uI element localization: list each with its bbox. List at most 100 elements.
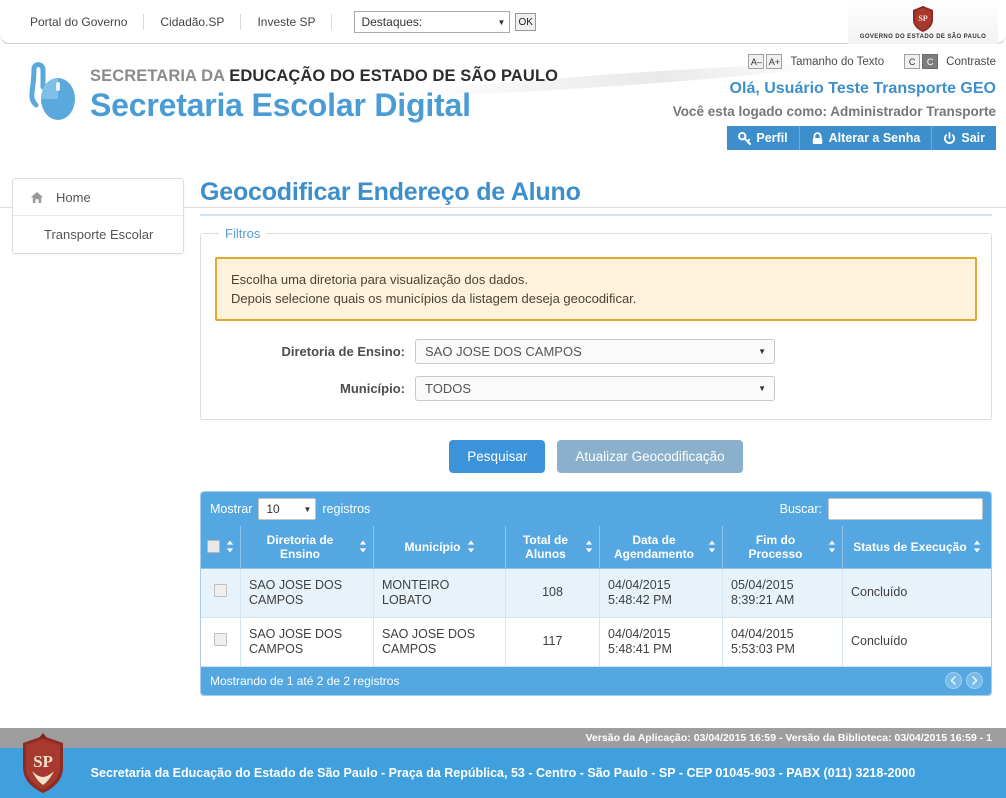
gov-link-portal[interactable]: Portal do Governo: [22, 14, 145, 30]
filter-row-municipio: Município: TODOS ▼: [215, 376, 977, 401]
cell-data-agendamento: 04/04/2015 5:48:41 PM: [599, 617, 723, 667]
page-root: Portal do Governo Cidadão.SP Investe SP …: [0, 0, 1006, 798]
cell-total-alunos: 117: [505, 617, 600, 667]
table-row[interactable]: SAO JOSE DOS CAMPOS SAO JOSE DOS CAMPOS …: [201, 617, 991, 667]
municipio-select-value: TODOS: [425, 381, 471, 396]
chevron-down-icon: ▼: [303, 504, 312, 514]
municipio-select[interactable]: TODOS ▼: [415, 376, 775, 401]
diretoria-de-ensino-select[interactable]: SAO JOSE DOS CAMPOS ▼: [415, 339, 775, 364]
site-header: SECRETARIA DA EDUCAÇÃO DO ESTADO DE SÃO …: [0, 44, 1006, 208]
gov-link-cidadao[interactable]: Cidadão.SP: [144, 14, 242, 30]
decrease-text-size-button[interactable]: A–: [748, 54, 765, 69]
row-checkbox[interactable]: [214, 633, 227, 646]
column-header-municipio[interactable]: Município: [373, 526, 506, 569]
table-head: Diretoria de Ensino Município Total de A…: [201, 526, 991, 569]
select-all-checkbox[interactable]: [207, 540, 220, 554]
accessibility-controls: A– A+ Tamanho do Texto C C Contraste: [748, 54, 996, 69]
sidebar-item-home[interactable]: Home: [13, 179, 183, 216]
svg-text:SP: SP: [33, 752, 53, 771]
arrow-right-icon: [972, 676, 978, 685]
chevron-down-icon: ▼: [758, 384, 766, 393]
table-footer: Mostrando de 1 até 2 de 2 registros: [201, 666, 991, 695]
key-icon: [738, 131, 752, 145]
sidebar-item-transporte-escolar-label: Transporte Escolar: [44, 227, 154, 242]
cell-municipio: SAO JOSE DOS CAMPOS: [373, 617, 506, 667]
destaques-select[interactable]: Destaques: ▼: [354, 11, 511, 33]
table-info-text: Mostrando de 1 até 2 de 2 registros: [210, 673, 400, 688]
logout-button-label: Sair: [961, 131, 985, 145]
government-brand: SP GOVERNO DO ESTADO DE SÃO PAULO: [848, 0, 998, 44]
contrast-dark-button[interactable]: C: [922, 54, 939, 69]
gov-link-investe[interactable]: Investe SP: [241, 14, 333, 30]
results-table-panel: Mostrar 10 ▼ registros Buscar: Diretoria…: [200, 491, 992, 696]
update-geocoding-button[interactable]: Atualizar Geocodificação: [557, 440, 743, 473]
lock-icon: [812, 131, 822, 144]
results-table: Diretoria de Ensino Município Total de A…: [201, 526, 991, 667]
column-header-fim-processo[interactable]: Fim do Processo: [722, 526, 843, 569]
column-header-diretoria[interactable]: Diretoria de Ensino: [240, 526, 374, 569]
sao-paulo-crest-icon: SP: [913, 5, 933, 32]
destaques-select-value: Destaques:: [361, 15, 423, 29]
sidebar-item-home-label: Home: [56, 189, 91, 205]
sort-icon: [828, 540, 836, 553]
cell-data-agendamento: 04/04/2015 5:48:42 PM: [599, 568, 723, 618]
column-header-status-label: Status de Execução: [853, 539, 967, 554]
table-header-row: Diretoria de Ensino Município Total de A…: [201, 526, 991, 569]
footer-version-bar: Versão da Aplicação: 03/04/2015 16:59 - …: [0, 728, 1006, 748]
column-header-fim-processo-label: Fim do Processo: [748, 532, 803, 561]
logout-button[interactable]: Sair: [932, 126, 996, 150]
cell-fim-processo: 05/04/2015 8:39:21 AM: [722, 568, 843, 618]
row-select-cell[interactable]: [201, 568, 241, 618]
sidebar-menu: Home Transporte Escolar: [12, 178, 184, 254]
row-checkbox[interactable]: [214, 584, 227, 597]
contrast-light-button[interactable]: C: [904, 54, 921, 69]
footer-address-text: Secretaria da Educação do Estado de São …: [90, 766, 916, 780]
row-select-cell[interactable]: [201, 617, 241, 667]
cell-diretoria: SAO JOSE DOS CAMPOS: [240, 568, 374, 618]
profile-button-label: Perfil: [756, 131, 788, 145]
page-length-value: 10: [266, 502, 280, 516]
sidebar-item-transporte-escolar[interactable]: Transporte Escolar: [13, 216, 183, 253]
power-icon: [944, 131, 956, 144]
computer-mouse-icon: [29, 62, 75, 120]
text-size-label: Tamanho do Texto: [790, 55, 885, 68]
svg-text:SP: SP: [918, 14, 927, 23]
search-label: Buscar:: [779, 502, 822, 516]
column-header-status[interactable]: Status de Execução: [842, 526, 991, 569]
table-toolbar: Mostrar 10 ▼ registros Buscar:: [201, 492, 991, 526]
show-entries-prefix: Mostrar: [210, 502, 253, 516]
column-header-data-agendamento[interactable]: Data de Agendamento: [599, 526, 723, 569]
municipio-label: Município:: [340, 381, 405, 396]
chevron-down-icon: ▼: [497, 17, 506, 27]
filters-legend: Filtros: [225, 226, 261, 241]
main-content: Geocodificar Endereço de Aluno Filtros E…: [200, 178, 992, 696]
search-button[interactable]: Pesquisar: [449, 440, 546, 473]
home-icon: [30, 191, 44, 204]
pagination-controls: [945, 672, 983, 689]
sort-icon: [467, 540, 474, 553]
chevron-down-icon: ▼: [758, 347, 766, 356]
sort-icon: [226, 540, 234, 553]
instructions-alert: Escolha uma diretoria para visualização …: [215, 257, 977, 321]
previous-page-button[interactable]: [945, 672, 962, 689]
site-logo[interactable]: SECRETARIA DA EDUCAÇÃO DO ESTADO DE SÃO …: [24, 61, 558, 123]
cell-total-alunos: 108: [505, 568, 600, 618]
column-header-total-alunos-label: Total de Alunos: [522, 532, 569, 561]
next-page-button[interactable]: [966, 672, 983, 689]
column-header-municipio-label: Município: [404, 539, 461, 554]
column-header-total-alunos[interactable]: Total de Alunos: [505, 526, 600, 569]
cell-municipio: MONTEIRO LOBATO: [373, 568, 506, 618]
search-input[interactable]: [828, 498, 983, 520]
page-title: Geocodificar Endereço de Aluno: [200, 178, 992, 216]
increase-text-size-button[interactable]: A+: [766, 54, 783, 69]
cell-diretoria: SAO JOSE DOS CAMPOS: [240, 617, 374, 667]
diretoria-select-value: SAO JOSE DOS CAMPOS: [425, 344, 582, 359]
table-row[interactable]: SAO JOSE DOS CAMPOS MONTEIRO LOBATO 108 …: [201, 568, 991, 618]
footer-version-text: Versão da Aplicação: 03/04/2015 16:59 - …: [585, 732, 992, 744]
change-password-button[interactable]: Alterar a Senha: [799, 126, 933, 150]
user-greeting: Olá, Usuário Teste Transporte GEO: [729, 80, 996, 97]
profile-button[interactable]: Perfil: [727, 126, 800, 150]
destaques-ok-button[interactable]: OK: [515, 13, 536, 31]
page-length-select[interactable]: 10 ▼: [258, 498, 317, 520]
column-header-select-all[interactable]: [201, 526, 241, 569]
